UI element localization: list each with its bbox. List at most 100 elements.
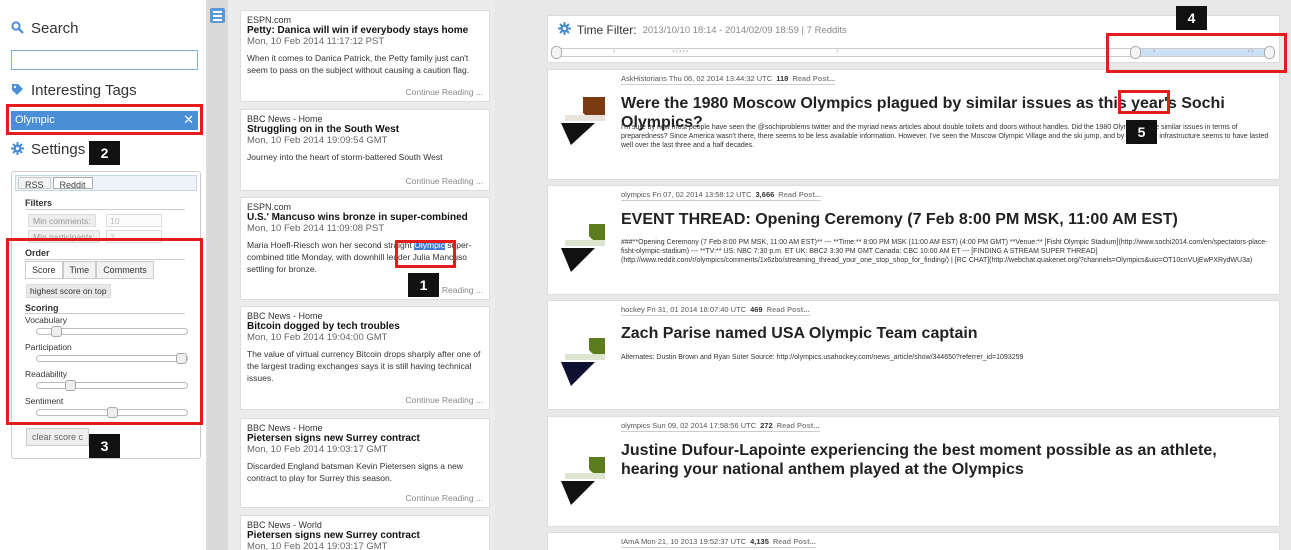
post-date: Mon 21, 10 2013 19:52:37 UTC: [641, 537, 747, 546]
news-body: Discarded England batsman Kevin Pieterse…: [247, 461, 463, 483]
subreddit-logo: [561, 457, 605, 505]
main-panel: Time Filter: 2013/10/10 18:14 - 2014/02/…: [495, 0, 1291, 550]
news-title[interactable]: U.S.' Mancuso wins bronze in super-combi…: [247, 212, 483, 223]
tab-rss[interactable]: RSS: [18, 177, 51, 190]
post-subreddit[interactable]: AskHistorians: [621, 74, 667, 83]
time-filter-label: Time Filter:: [577, 23, 637, 37]
read-post-link[interactable]: Read Post...: [792, 74, 835, 83]
highlighted-keyword: Sochi: [1181, 95, 1225, 112]
post-date: Fri 07, 02 2014 13:58:12 UTC: [652, 190, 752, 199]
post-meta: AskHistorians Thu 06, 02 2014 13:44:32 U…: [621, 74, 836, 85]
continue-reading-link[interactable]: Continue Reading ...: [406, 395, 484, 405]
news-title[interactable]: Struggling on in the South West: [247, 124, 483, 135]
news-body-text: Maria Hoefl-Riesch won her second straig…: [247, 240, 415, 250]
read-post-link[interactable]: Read Post...: [767, 305, 810, 314]
time-filter-header: Time Filter: 2013/10/10 18:14 - 2014/02/…: [558, 22, 847, 38]
post-date: Thu 06, 02 2014 13:44:32 UTC: [668, 74, 773, 83]
gear-icon: [11, 141, 25, 158]
news-date: Mon, 10 Feb 2014 19:03:17 GMT: [247, 444, 388, 455]
post-score: 4,135: [750, 537, 769, 546]
news-source: BBC News - Home: [247, 114, 323, 124]
post-subreddit[interactable]: hockey: [621, 305, 645, 314]
news-title[interactable]: Pietersen signs new Surrey contract: [247, 433, 483, 444]
menu-icon[interactable]: [210, 8, 225, 23]
news-body: The value of virtual currency Bitcoin dr…: [247, 349, 481, 383]
tag-icon: [11, 83, 25, 99]
news-body: When it comes to Danica Patrick, the Pet…: [247, 53, 470, 75]
news-source: ESPN.com: [247, 202, 292, 212]
clear-score-button[interactable]: clear score c: [26, 428, 90, 446]
news-source: BBC News - Home: [247, 311, 323, 321]
menu-strip: [207, 0, 228, 550]
news-date: Mon, 10 Feb 2014 19:04:00 GMT: [247, 332, 388, 343]
post-score: 469: [750, 305, 763, 314]
post-date: Sun 09, 02 2014 17:58:56 UTC: [652, 421, 757, 430]
annotation-box: [6, 238, 203, 425]
reddit-post[interactable]: AskHistorians Thu 06, 02 2014 13:44:32 U…: [547, 69, 1280, 180]
post-subreddit[interactable]: olympics: [621, 421, 650, 430]
post-title[interactable]: Zach Parise named USA Olympic Team capta…: [621, 324, 978, 343]
reddit-post[interactable]: olympics Sun 09, 02 2014 17:58:56 UTC 272…: [547, 416, 1280, 527]
reddit-post[interactable]: hockey Fri 31, 01 2014 18:07:40 UTC 469 Re…: [547, 300, 1280, 410]
post-meta: olympics Fri 07, 02 2014 13:58:12 UTC 3,6…: [621, 190, 822, 201]
post-subreddit[interactable]: olympics: [621, 190, 650, 199]
post-subreddit[interactable]: IAmA: [621, 537, 639, 546]
news-card[interactable]: BBC News - World Pietersen signs new Sur…: [240, 515, 490, 550]
filters-label: Filters: [25, 198, 53, 208]
annotation-box: [1106, 33, 1287, 73]
news-date: Mon, 10 Feb 2014 11:17:12 PST: [247, 36, 385, 47]
min-comments-stepper[interactable]: 10: [106, 214, 162, 227]
divider: [25, 209, 185, 210]
news-body: Journey into the heart of storm-battered…: [247, 152, 443, 162]
tab-reddit[interactable]: Reddit: [52, 177, 93, 190]
post-score: 118: [776, 74, 789, 83]
read-post-link[interactable]: Read Post...: [778, 190, 821, 199]
post-score: 3,666: [755, 190, 775, 199]
news-title[interactable]: Pietersen signs new Surrey contract: [247, 530, 483, 541]
read-post-link[interactable]: Read Post...: [773, 537, 816, 546]
post-score: 272: [760, 421, 773, 430]
news-title[interactable]: Bitcoin dogged by tech troubles: [247, 321, 483, 332]
news-date: Mon, 10 Feb 2014 19:03:17 GMT: [247, 541, 388, 550]
annotation-badge: 5: [1126, 120, 1157, 144]
post-body: Alternates: Dustin Brown and Ryan Suter …: [621, 354, 1024, 361]
news-title[interactable]: Petty: Danica will win if everybody stay…: [247, 25, 483, 36]
continue-reading-link[interactable]: Continue Reading ...: [406, 493, 484, 503]
search-input[interactable]: [11, 50, 198, 70]
continue-reading-link[interactable]: Continue Reading ...: [406, 87, 484, 97]
reddit-post[interactable]: IAmA Mon 21, 10 2013 19:52:37 UTC 4,135 Re…: [547, 532, 1280, 550]
app-root: Search Interesting Tags Olympic ✕ Settin…: [0, 0, 1291, 550]
annotation-box: [395, 240, 456, 268]
news-card[interactable]: BBC News - Home Bitcoin dogged by tech t…: [240, 306, 490, 410]
news-column: ESPN.com Petty: Danica will win if every…: [228, 0, 495, 550]
post-meta: hockey Fri 31, 01 2014 18:07:40 UTC 469 Re…: [621, 305, 810, 316]
read-post-link[interactable]: Read Post...: [777, 421, 820, 430]
search-icon: [11, 20, 25, 37]
timeline-marks: › ››››› ›: [613, 48, 840, 55]
news-card[interactable]: BBC News - Home Pietersen signs new Surr…: [240, 418, 490, 508]
news-source: ESPN.com: [247, 15, 292, 25]
news-card[interactable]: BBC News - Home Struggling on in the Sou…: [240, 109, 490, 191]
subreddit-logo: [561, 338, 605, 386]
subreddit-logo: [561, 97, 605, 145]
continue-reading-link[interactable]: Continue Reading ...: [406, 176, 484, 186]
min-comments-label: Min comments:: [28, 214, 96, 227]
post-title[interactable]: Justine Dufour-Lapointe experiencing the…: [621, 441, 1259, 479]
slider-handle[interactable]: [551, 46, 562, 59]
post-body: I'm sure by now most people have seen th…: [621, 124, 1269, 149]
post-date: Fri 31, 01 2014 18:07:40 UTC: [646, 305, 747, 314]
reddit-post[interactable]: olympics Fri 07, 02 2014 13:58:12 UTC 3,6…: [547, 185, 1280, 295]
annotation-badge: 3: [89, 434, 120, 458]
annotation-box: [1118, 90, 1170, 114]
post-title-text: Were the 1980 Moscow Olympics plagued by…: [621, 95, 1182, 112]
gear-icon: [558, 22, 571, 38]
search-label: Search: [31, 20, 79, 37]
news-card[interactable]: ESPN.com Petty: Danica will win if every…: [240, 10, 490, 102]
post-title[interactable]: EVENT THREAD: Opening Ceremony (7 Feb 8:…: [621, 210, 1178, 229]
annotation-badge: 4: [1176, 6, 1207, 30]
news-date: Mon, 10 Feb 2014 11:09:08 PST: [247, 223, 385, 234]
time-filter-range: 2013/10/10 18:14 - 2014/02/09 18:59 | 7 …: [642, 24, 847, 36]
tags-label: Interesting Tags: [31, 82, 137, 99]
annotation-badge: 2: [89, 141, 120, 165]
continue-reading-link[interactable]: Reading ...: [442, 285, 483, 295]
